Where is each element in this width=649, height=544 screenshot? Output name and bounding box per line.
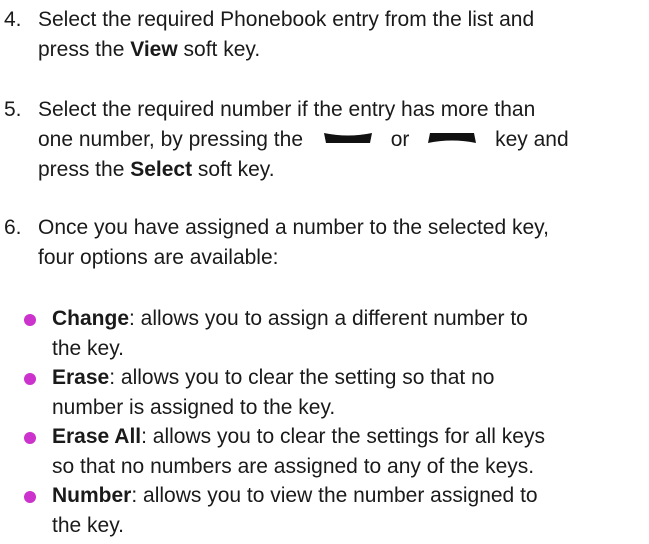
up-key-icon xyxy=(427,131,477,145)
option-line: number is assigned to the key. xyxy=(52,396,336,419)
step-number: 4. xyxy=(4,8,22,31)
option-change: Change: allows you to assign a different… xyxy=(24,304,644,364)
bullet-dot-icon xyxy=(24,314,36,326)
down-key-icon xyxy=(323,131,373,145)
view-key-label: View xyxy=(130,38,178,61)
text-run: : allows you to clear the settings for a… xyxy=(141,425,545,448)
option-erase-all: Erase All: allows you to clear the setti… xyxy=(24,422,644,482)
text-run: : allows you to view the number assigned… xyxy=(131,484,538,507)
bullet-dot-icon xyxy=(24,491,36,503)
text-run: : allows you to clear the setting so tha… xyxy=(109,366,495,389)
option-term: Erase xyxy=(52,366,110,389)
text-run: one number, by pressing the xyxy=(38,128,304,151)
option-term: Change xyxy=(52,307,130,330)
option-line: Number: allows you to view the number as… xyxy=(52,481,644,511)
option-number: Number: allows you to view the number as… xyxy=(24,481,644,541)
option-line: the key. xyxy=(52,514,124,537)
step-text: Once you have assigned a number to the s… xyxy=(38,213,644,273)
option-line: Erase All: allows you to clear the setti… xyxy=(52,422,644,452)
step-6: 6. Once you have assigned a number to th… xyxy=(4,213,644,273)
bullet-dot-icon xyxy=(24,432,36,444)
option-line: so that no numbers are assigned to any o… xyxy=(52,455,535,478)
option-line: the key. xyxy=(52,337,124,360)
option-erase: Erase: allows you to clear the setting s… xyxy=(24,363,644,423)
option-text: Erase All: allows you to clear the setti… xyxy=(52,422,644,482)
step-number: 5. xyxy=(4,98,22,121)
text-run: press the xyxy=(38,158,131,181)
bullet-dot-icon xyxy=(24,373,36,385)
text-run: : allows you to assign a different numbe… xyxy=(129,307,528,330)
text-run: soft key. xyxy=(177,38,261,61)
step-4: 4. Select the required Phonebook entry f… xyxy=(4,5,644,65)
text-run: key and xyxy=(495,128,569,151)
step-text: Select the required Phonebook entry from… xyxy=(38,5,644,65)
step-line: Once you have assigned a number to the s… xyxy=(38,216,549,239)
step-line: press the Select soft key. xyxy=(38,155,644,185)
step-line: Select the required number if the entry … xyxy=(38,98,536,121)
option-term: Number xyxy=(52,484,132,507)
option-line: Erase: allows you to clear the setting s… xyxy=(52,363,644,393)
step-line: Select the required Phonebook entry from… xyxy=(38,8,535,31)
step-line: four options are available: xyxy=(38,246,279,269)
option-text: Erase: allows you to clear the setting s… xyxy=(52,363,644,423)
step-text: Select the required number if the entry … xyxy=(38,95,644,185)
text-run: soft key. xyxy=(192,158,275,181)
text-run: or xyxy=(390,128,410,151)
option-term: Erase All xyxy=(52,425,142,448)
step-number: 6. xyxy=(4,216,22,239)
option-line: Change: allows you to assign a different… xyxy=(52,304,644,334)
instruction-page: 4. Select the required Phonebook entry f… xyxy=(0,0,649,544)
text-run: press the xyxy=(38,38,131,61)
option-text: Number: allows you to view the number as… xyxy=(52,481,644,541)
step-line: one number, by pressing the or key and xyxy=(38,125,644,155)
select-key-label: Select xyxy=(130,158,193,181)
option-text: Change: allows you to assign a different… xyxy=(52,304,644,364)
step-line: press the View soft key. xyxy=(38,35,644,65)
step-5: 5. Select the required number if the ent… xyxy=(4,95,644,185)
